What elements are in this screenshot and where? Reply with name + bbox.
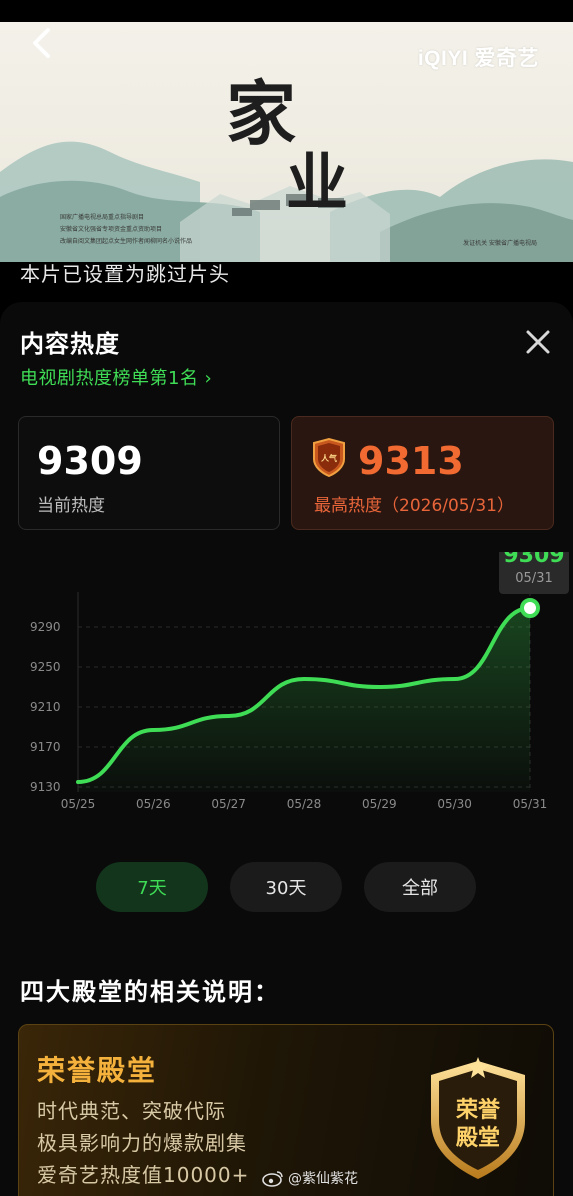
watermark-text: @紫仙紫花 [288,1171,358,1187]
hall-card-line: 时代典范、突破代际 [37,1099,226,1123]
skip-intro-notice: 本片已设置为跳过片头 [20,262,230,286]
close-icon [526,330,550,354]
y-tick-label: 9210 [30,700,61,714]
y-tick-label: 9250 [30,660,61,674]
peak-heat-card: 人气 9313 最高热度（2026/05/31） [291,416,554,530]
tooltip-date: 05/31 [515,571,552,586]
hall-card-title: 荣誉殿堂 [37,1054,158,1087]
badge-text: 人气 [321,453,337,463]
y-tick-label: 9290 [30,620,61,634]
series-area [78,608,530,792]
y-tick-label: 9130 [30,780,61,794]
shield-text: 荣誉 [455,1097,501,1123]
weibo-watermark: @紫仙紫花 [262,1168,358,1188]
hall-card-line: 爱奇艺热度值10000+ [37,1163,250,1187]
x-tick-label: 05/29 [362,797,397,811]
status-bar [0,0,573,22]
current-heat-card: 9309 当前热度 [18,416,280,530]
y-tick-label: 9170 [30,740,61,754]
video-poster[interactable]: iQIYI 爱奇艺 家 业 国家广播电视总局重点指导剧目 安徽省文化强省专项资金… [0,22,573,262]
range-tab-label: 7天 [137,878,167,899]
peak-heat-label: 最高热度（2026/05/31） [314,496,514,516]
data-point [520,598,540,618]
rank-link[interactable]: 电视剧热度榜单第1名 › [20,364,212,390]
hall-card-line: 极具影响力的爆款剧集 [37,1131,247,1155]
hall-of-fame-badge-icon: 人气 [313,437,345,477]
poster-issuer: 发证机关 安徽省广播电视局 [463,240,537,247]
x-tick-label: 05/31 [513,797,548,811]
range-tab-label: 全部 [402,878,438,899]
range-tab-30d[interactable]: 30天 [230,862,342,912]
rank-link-label: 电视剧热度榜单第1名 [20,368,199,389]
honor-hall-shield-icon: 荣誉 殿堂 [431,1057,525,1179]
tooltip-value: 9309 [503,552,564,568]
heat-trend-chart[interactable]: 9130 9170 9210 9250 9290 05/25 05/26 05/27 05/28… [0,552,573,822]
chevron-right-icon: › [204,368,213,389]
range-tab-all[interactable]: 全部 [364,862,476,912]
x-tick-label: 05/26 [136,797,171,811]
poster-title-char-2: 业 [286,146,349,219]
shield-text: 殿堂 [455,1126,500,1151]
current-heat-value: 9309 [37,439,143,483]
chevron-left-icon [33,28,50,58]
poster-credit-line: 国家广播电视总局重点指导剧目 [60,214,145,221]
range-tab-label: 30天 [265,878,307,899]
peak-heat-value: 9313 [358,439,464,483]
x-tick-label: 05/28 [287,797,322,811]
x-tick-label: 05/25 [61,797,96,811]
close-button[interactable] [522,326,554,358]
halls-section-title: 四大殿堂的相关说明： [20,978,280,1006]
back-button[interactable] [26,24,60,64]
x-tick-label: 05/30 [437,797,472,811]
iqiyi-logo: iQIYI 爱奇艺 [417,47,539,70]
poster-credits: 国家广播电视总局重点指导剧目 安徽省文化强省专项资金重点资助项目 改编自阅文集团… [60,212,192,248]
poster-credit-line: 改编自阅文集团起点女生网作者闻柳同名小说作品 [60,238,193,245]
range-tab-7d[interactable]: 7天 [96,862,208,912]
panel-title: 内容热度 [20,330,120,358]
poster-credit-line: 安徽省文化强省专项资金重点资助项目 [60,226,163,233]
x-tick-label: 05/27 [211,797,246,811]
heat-panel: 内容热度 电视剧热度榜单第1名 › 9309 当前热度 人气 9313 最高热度（… [0,302,573,1196]
current-heat-label: 当前热度 [37,496,105,516]
weibo-icon [262,1171,283,1187]
